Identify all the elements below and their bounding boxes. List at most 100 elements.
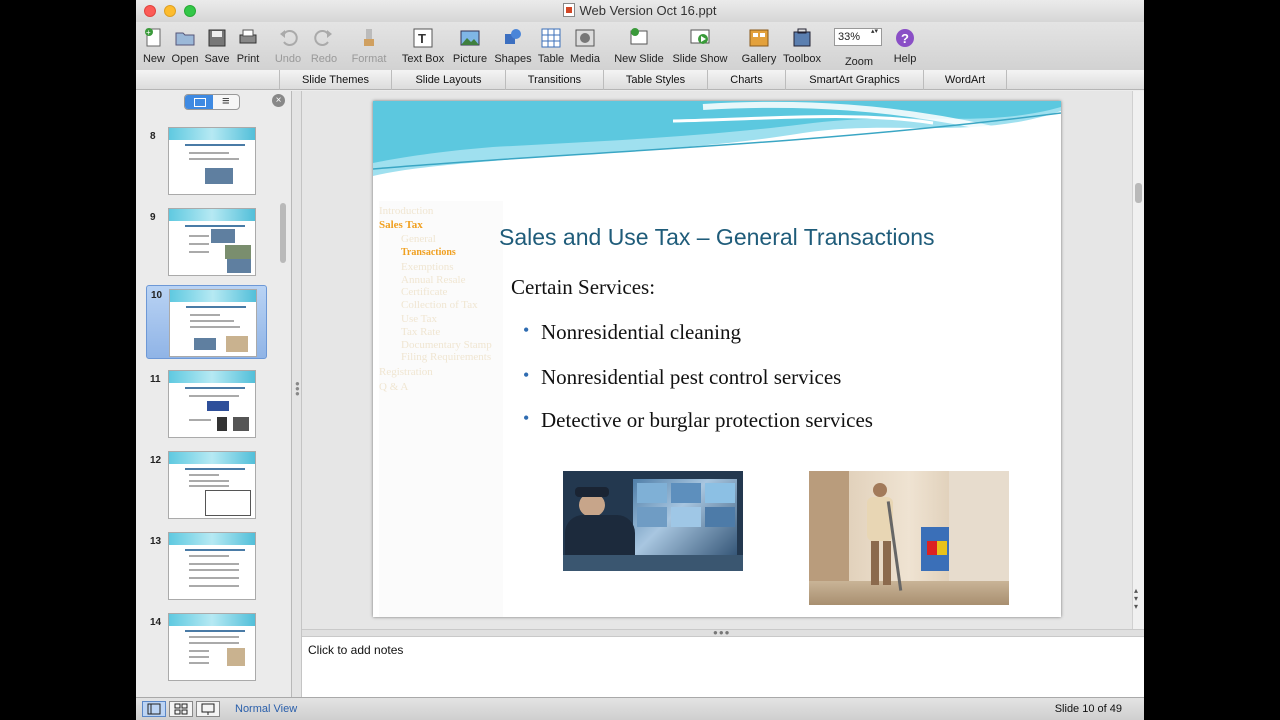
- notes-splitter[interactable]: ●●●: [302, 628, 1144, 637]
- slide-scroll-thumb[interactable]: [1135, 183, 1142, 203]
- security-guard-photo[interactable]: [563, 471, 743, 571]
- new-slide-icon: [630, 28, 648, 45]
- standard-toolbar: + New Open Save Print Undo Redo Format T: [136, 22, 1144, 70]
- redo-icon: [314, 30, 332, 46]
- slide-thumbnail[interactable]: 11: [136, 370, 276, 440]
- svg-text:?: ?: [901, 31, 909, 46]
- slide-editing-area: Introduction Sales Tax General Transacti…: [302, 91, 1132, 629]
- grid-view-icon: [174, 703, 188, 715]
- tab-charts[interactable]: Charts: [707, 70, 785, 90]
- bullet-dot-icon: •: [523, 408, 530, 428]
- thumbnail-preview: [168, 532, 256, 600]
- svg-text:T: T: [418, 31, 426, 46]
- pane-splitter[interactable]: ● ● ●: [292, 91, 302, 697]
- new-document-icon: +: [145, 28, 161, 47]
- toolbox-button[interactable]: Toolbox: [782, 26, 822, 68]
- slide-thumbnail[interactable]: 14: [136, 613, 276, 683]
- cleaning-worker-photo[interactable]: [809, 471, 1009, 605]
- open-folder-icon: [175, 32, 195, 46]
- new-slide-button[interactable]: New Slide: [612, 26, 666, 68]
- title-bar: Web Version Oct 16.ppt: [136, 0, 1144, 22]
- slide-thumbnail[interactable]: 8: [136, 127, 276, 197]
- current-slide[interactable]: Introduction Sales Tax General Transacti…: [373, 101, 1061, 617]
- slide-thumbnail-selected[interactable]: 10: [146, 285, 267, 359]
- bullet-item: • Nonresidential cleaning: [523, 320, 742, 344]
- text-box-button[interactable]: T Text Box: [400, 26, 446, 68]
- normal-view-icon: [147, 703, 161, 715]
- normal-view-button[interactable]: [142, 701, 166, 717]
- open-button[interactable]: Open: [170, 26, 200, 68]
- bullet-dot-icon: •: [523, 320, 530, 340]
- elements-ribbon: Slide Themes Slide Layouts Transitions T…: [136, 70, 1144, 90]
- tab-slide-themes[interactable]: Slide Themes: [279, 70, 391, 90]
- zoom-control[interactable]: 33% Zoom: [834, 26, 884, 68]
- thumbnail-scroll-thumb[interactable]: [280, 203, 286, 263]
- tab-slide-layouts[interactable]: Slide Layouts: [391, 70, 505, 90]
- gallery-button[interactable]: Gallery: [740, 26, 778, 68]
- close-window-button[interactable]: [144, 5, 156, 17]
- tab-wordart[interactable]: WordArt: [923, 70, 1007, 90]
- bullet-dot-icon: •: [523, 365, 530, 385]
- zoom-window-button[interactable]: [184, 5, 196, 17]
- shapes-icon: [505, 29, 521, 44]
- slide-show-view-button[interactable]: [196, 701, 220, 717]
- tab-table-styles[interactable]: Table Styles: [603, 70, 707, 90]
- slide-title: Sales and Use Tax – General Transactions: [499, 224, 935, 250]
- thumbnail-outline-toggle: [184, 94, 240, 110]
- window-title: Web Version Oct 16.ppt: [579, 3, 717, 18]
- svg-text:+: +: [146, 28, 151, 37]
- new-button[interactable]: + New: [140, 26, 168, 68]
- save-icon: [208, 29, 226, 47]
- zoom-select[interactable]: 33%: [834, 28, 882, 46]
- shapes-button[interactable]: Shapes: [492, 26, 534, 68]
- minimize-window-button[interactable]: [164, 5, 176, 17]
- redo-button[interactable]: Redo: [308, 26, 340, 68]
- tab-smartart-graphics[interactable]: SmartArt Graphics: [785, 70, 923, 90]
- bullet-item: • Nonresidential pest control services: [523, 365, 842, 389]
- slide-thumbnail[interactable]: 13: [136, 532, 276, 602]
- powerpoint-window: Web Version Oct 16.ppt + New Open Save P…: [136, 0, 1144, 720]
- text-box-icon: T: [413, 28, 433, 48]
- slide-scrollbar[interactable]: ▴ ▾ ▾: [1132, 91, 1144, 629]
- slide-subtitle: Certain Services:: [511, 275, 656, 299]
- thumbnail-preview: [168, 127, 256, 195]
- slide-sorter-view-button[interactable]: [169, 701, 193, 717]
- save-button[interactable]: Save: [202, 26, 232, 68]
- picture-button[interactable]: Picture: [450, 26, 490, 68]
- presentation-icon: [201, 703, 215, 715]
- slide-counter: Slide 10 of 49: [1054, 703, 1122, 715]
- outline-view-button[interactable]: [213, 95, 239, 109]
- thumbnail-preview: [168, 208, 256, 276]
- slide-thumbnail[interactable]: 9: [136, 208, 276, 278]
- topic-outline: Introduction Sales Tax General Transacti…: [379, 201, 503, 617]
- close-pane-icon[interactable]: ×: [272, 94, 285, 107]
- slide-show-icon: [690, 29, 710, 44]
- slide-navigation-pane: × 8 9 10: [136, 91, 292, 697]
- media-icon: [575, 29, 595, 47]
- help-button[interactable]: ? Help: [892, 26, 918, 68]
- thumbnail-view-button[interactable]: [185, 95, 213, 109]
- outline-active-item: Sales Tax: [379, 219, 423, 231]
- media-button[interactable]: Media: [568, 26, 602, 68]
- print-button[interactable]: Print: [234, 26, 262, 68]
- ppt-document-icon: [563, 3, 576, 17]
- toolbox-icon: [793, 28, 811, 47]
- thumbnail-preview: [168, 370, 256, 438]
- bullet-item: • Detective or burglar protection service…: [523, 408, 873, 432]
- undo-button[interactable]: Undo: [272, 26, 304, 68]
- format-button[interactable]: Format: [350, 26, 388, 68]
- thumbnail-preview: [168, 451, 256, 519]
- thumbnail-scrollbar[interactable]: [279, 115, 287, 693]
- notes-pane[interactable]: Click to add notes: [302, 637, 1144, 697]
- thumbnail-preview: [168, 613, 256, 681]
- prev-next-slide-arrows[interactable]: ▴ ▾ ▾: [1134, 587, 1138, 611]
- notes-placeholder[interactable]: Click to add notes: [308, 643, 403, 657]
- gallery-icon: [749, 29, 769, 47]
- tab-transitions[interactable]: Transitions: [505, 70, 603, 90]
- slide-header-waves: [373, 101, 1061, 176]
- slide-show-button[interactable]: Slide Show: [670, 26, 730, 68]
- picture-icon: [460, 30, 480, 46]
- help-icon: ?: [896, 29, 914, 47]
- table-button[interactable]: Table: [536, 26, 566, 68]
- slide-thumbnail[interactable]: 12: [136, 451, 276, 521]
